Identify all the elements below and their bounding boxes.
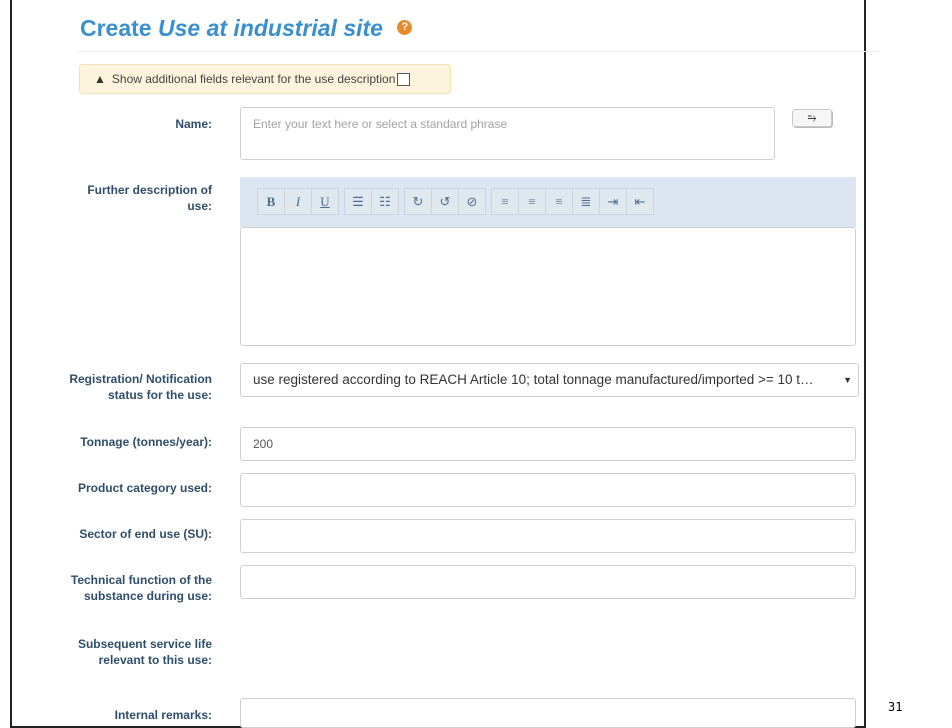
outdent-button[interactable]: ⇤ (626, 188, 654, 215)
underline-button[interactable]: U (311, 188, 339, 215)
service-life-label: Subsequent service life relevant to this… (77, 637, 212, 667)
rich-text-toolbar: B I U ☰ ☷ ↻ ↺ ⊘ ≡ ≡ ≡ ≣ ⇥ ⇤ (240, 177, 856, 227)
product-category-label: Product category used: (77, 481, 212, 495)
chevron-down-icon: ▼ (843, 375, 852, 385)
notice-text: Show additional fields relevant for the … (111, 72, 396, 86)
help-icon[interactable]: ? (397, 20, 413, 36)
name-placeholder: Enter your text here or select a standar… (253, 117, 508, 131)
name-field[interactable]: Enter your text here or select a standar… (240, 107, 775, 160)
bullet-list-button[interactable]: ☰ (344, 188, 372, 215)
numbered-list-button[interactable]: ☷ (371, 188, 399, 215)
title-divider (78, 51, 878, 52)
clear-format-button[interactable]: ⊘ (458, 188, 486, 215)
registration-label: Registration/ Notification status for th… (69, 372, 212, 402)
sector-label: Sector of end use (SU): (79, 527, 212, 541)
indent-button[interactable]: ⇥ (599, 188, 627, 215)
title-prefix: Create (80, 15, 152, 41)
registration-status-select[interactable]: use registered according to REACH Articl… (240, 363, 859, 397)
align-center-button[interactable]: ≡ (518, 188, 546, 215)
phrase-list-icon: ⥱ (807, 112, 817, 124)
show-additional-fields-checkbox[interactable] (397, 72, 411, 86)
title-entity: Use at industrial site (158, 15, 383, 41)
product-category-field[interactable] (240, 473, 856, 507)
align-right-button[interactable]: ≡ (545, 188, 573, 215)
redo-button[interactable]: ↻ (404, 188, 432, 215)
sector-field[interactable] (240, 519, 856, 553)
registration-status-value: use registered according to REACH Articl… (253, 372, 814, 387)
technical-function-field[interactable] (240, 565, 856, 599)
align-left-button[interactable]: ≡ (491, 188, 519, 215)
tonnage-label: Tonnage (tonnes/year): (80, 435, 212, 449)
bold-button[interactable]: B (257, 188, 285, 215)
technical-function-label: Technical function of the substance duri… (70, 573, 212, 603)
undo-button[interactable]: ↺ (431, 188, 459, 215)
warning-icon: ▲ (94, 72, 106, 86)
additional-fields-notice: ▲ Show additional fields relevant for th… (79, 64, 451, 94)
tonnage-field[interactable]: 200 (240, 427, 856, 461)
page-title: Create Use at industrial site ? (80, 15, 413, 42)
standard-phrase-button[interactable]: ⥱ (792, 109, 832, 127)
justify-button[interactable]: ≣ (572, 188, 600, 215)
name-label: Name: (175, 117, 212, 131)
description-editor[interactable] (240, 227, 856, 346)
description-label: Further description of use: (87, 183, 212, 213)
internal-remarks-field[interactable] (240, 698, 856, 728)
italic-button[interactable]: I (284, 188, 312, 215)
page-number: 31 (888, 700, 903, 714)
